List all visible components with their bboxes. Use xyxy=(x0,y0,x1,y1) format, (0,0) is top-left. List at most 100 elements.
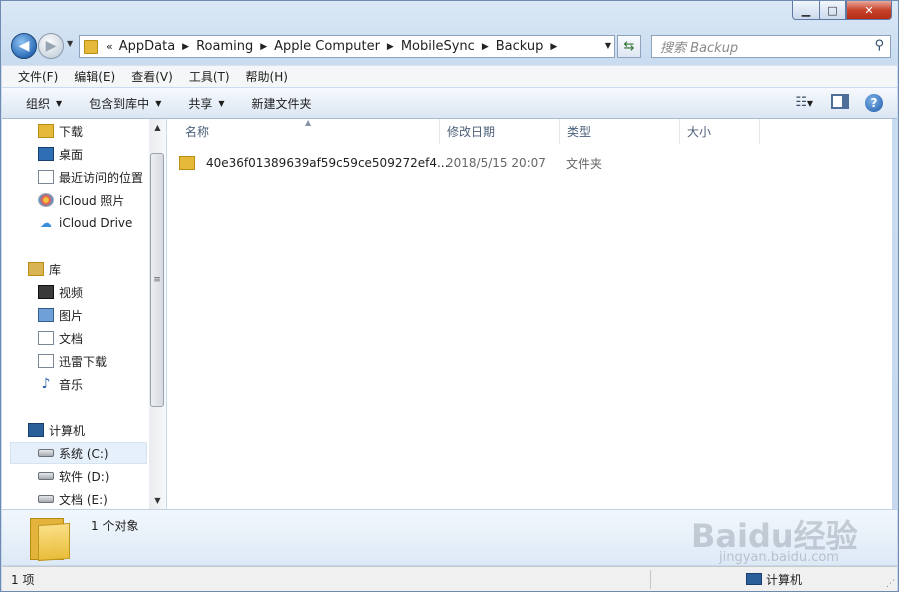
nav-item-label: 文档 (E:) xyxy=(59,492,108,507)
close-button[interactable]: ✕ xyxy=(846,1,892,20)
menu-view[interactable]: 查看(V) xyxy=(123,68,181,85)
thunder-download-icon xyxy=(38,354,54,368)
change-view-icon[interactable]: ☷ xyxy=(795,95,807,110)
folder-icon xyxy=(30,518,70,562)
nav-item-drive-c[interactable]: 系统 (C:) xyxy=(10,442,147,464)
help-icon[interactable]: ? xyxy=(865,94,883,112)
drive-icon xyxy=(38,495,54,503)
nav-item-desktop[interactable]: 桌面 xyxy=(2,143,83,165)
breadcrumb-mobilesync[interactable]: MobileSync xyxy=(401,39,475,54)
nav-item-label: 计算机 xyxy=(49,423,86,438)
computer-icon xyxy=(28,423,44,437)
pictures-library-icon xyxy=(38,308,54,322)
nav-item-label: 库 xyxy=(49,262,62,277)
menu-help[interactable]: 帮助(H) xyxy=(238,68,296,85)
share-label: 共享 xyxy=(188,96,213,111)
file-modified: 2018/5/15 20:07 xyxy=(446,156,546,170)
back-arrow-icon[interactable]: ◀ xyxy=(11,33,37,59)
share-button[interactable]: 共享 ▼ xyxy=(176,95,239,112)
search-icon[interactable]: ⚲ xyxy=(874,38,884,53)
nav-item-label: 音乐 xyxy=(59,377,84,392)
nav-item-label: 系统 (C:) xyxy=(59,446,109,461)
icloud-photos-icon xyxy=(38,193,54,207)
breadcrumb-roaming[interactable]: Roaming xyxy=(196,39,253,54)
nav-item-downloads[interactable]: 下载 xyxy=(2,120,83,142)
nav-item-drive-d[interactable]: 软件 (D:) xyxy=(2,465,109,487)
status-location: 计算机 xyxy=(746,571,802,588)
status-bar: 1 项 计算机 ⋰ xyxy=(2,566,897,591)
nav-item-libraries[interactable]: 库 xyxy=(2,258,61,280)
menu-edit[interactable]: 编辑(E) xyxy=(66,68,123,85)
nav-item-thunder-download[interactable]: 迅雷下载 xyxy=(2,350,107,372)
nav-pane-scrollbar[interactable]: ▲ ≡ ▼ xyxy=(149,119,166,509)
refresh-button[interactable]: ⇆ xyxy=(617,35,641,58)
table-row[interactable]: 40e36f01389639af59c59ce509272ef4... 2018… xyxy=(179,152,879,174)
folder-icon xyxy=(179,156,195,170)
nav-item-icloud-drive[interactable]: ☁ iCloud Drive xyxy=(2,212,132,234)
column-header-name[interactable]: 名称 xyxy=(178,119,440,144)
selection-summary: 1 个对象 xyxy=(91,519,139,533)
download-folder-icon xyxy=(38,124,54,138)
maximize-button[interactable]: □ xyxy=(819,1,846,20)
nav-item-pictures[interactable]: 图片 xyxy=(2,304,83,326)
command-bar: 组织 ▼ 包含到库中 ▼ 共享 ▼ 新建文件夹 ☷ ▼ ? xyxy=(2,88,897,119)
column-header-modified[interactable]: 修改日期 xyxy=(440,119,560,144)
breadcrumb-appdata[interactable]: AppData xyxy=(119,39,175,54)
preview-pane-icon[interactable] xyxy=(831,94,849,109)
column-header-size[interactable]: 大小 xyxy=(680,119,760,144)
chevron-right-icon[interactable]: ▶ xyxy=(550,42,557,52)
minimize-button[interactable]: ▁ xyxy=(792,1,819,20)
video-library-icon xyxy=(38,285,54,299)
file-list: ▲ 名称 修改日期 类型 大小 40e36f01389639af59c59ce5… xyxy=(167,118,892,509)
nav-item-computer[interactable]: 计算机 xyxy=(2,419,85,441)
resize-grip-icon[interactable]: ⋰ xyxy=(886,579,895,589)
nav-item-label: 桌面 xyxy=(59,147,84,162)
desktop-icon xyxy=(38,147,54,161)
nav-item-label: iCloud 照片 xyxy=(59,193,125,208)
nav-item-videos[interactable]: 视频 xyxy=(2,281,83,303)
navigation-row: ◀ ▶ ▼ « AppData ▶ Roaming ▶ Apple Comput… xyxy=(9,31,891,61)
nav-item-label: 迅雷下载 xyxy=(59,354,108,369)
libraries-icon xyxy=(28,262,44,276)
breadcrumb-backup[interactable]: Backup xyxy=(496,39,544,54)
nav-item-music[interactable]: ♪ 音乐 xyxy=(2,373,83,395)
menu-file[interactable]: 文件(F) xyxy=(2,68,66,85)
view-options-dropdown-icon[interactable]: ▼ xyxy=(807,99,813,108)
chevron-right-icon[interactable]: ▶ xyxy=(182,42,189,52)
organize-button[interactable]: 组织 ▼ xyxy=(2,95,77,112)
menu-tools[interactable]: 工具(T) xyxy=(181,68,238,85)
documents-library-icon xyxy=(38,331,54,345)
forward-arrow-icon[interactable]: ▶ xyxy=(38,33,64,59)
icloud-drive-icon: ☁ xyxy=(40,216,52,230)
search-input[interactable]: 搜索 Backup ⚲ xyxy=(651,35,891,58)
menu-bar: 文件(F) 编辑(E) 查看(V) 工具(T) 帮助(H) xyxy=(2,65,897,87)
nav-item-drive-e[interactable]: 文档 (E:) xyxy=(2,488,108,509)
breadcrumb-apple-computer[interactable]: Apple Computer xyxy=(274,39,380,54)
drive-icon xyxy=(38,472,54,480)
address-bar[interactable]: « AppData ▶ Roaming ▶ Apple Computer ▶ M… xyxy=(79,35,615,58)
breadcrumb-overflow[interactable]: « xyxy=(106,40,113,53)
chevron-right-icon[interactable]: ▶ xyxy=(260,42,267,52)
file-name: 40e36f01389639af59c59ce509272ef4... xyxy=(206,156,449,170)
caption-buttons: ▁ □ ✕ xyxy=(792,1,892,20)
nav-item-recent-places[interactable]: 最近访问的位置 xyxy=(2,166,143,188)
column-header-type[interactable]: 类型 xyxy=(560,119,680,144)
scroll-down-icon[interactable]: ▼ xyxy=(149,492,166,509)
chevron-right-icon[interactable]: ▶ xyxy=(387,42,394,52)
divider xyxy=(650,570,651,589)
nav-item-label: 下载 xyxy=(59,124,84,139)
music-library-icon: ♪ xyxy=(41,376,51,392)
nav-item-icloud-photos[interactable]: iCloud 照片 xyxy=(2,189,124,211)
address-dropdown-icon[interactable]: ▼ xyxy=(605,41,611,50)
nav-item-label: 文档 xyxy=(59,331,84,346)
new-folder-button[interactable]: 新建文件夹 xyxy=(240,95,327,112)
chevron-right-icon[interactable]: ▶ xyxy=(482,42,489,52)
nav-item-documents[interactable]: 文档 xyxy=(2,327,83,349)
explorer-window: ▁ □ ✕ ◀ ▶ ▼ « AppData ▶ Roaming ▶ Apple … xyxy=(0,0,899,592)
scrollbar-thumb[interactable]: ≡ xyxy=(150,153,164,407)
recent-pages-dropdown-icon[interactable]: ▼ xyxy=(67,39,73,48)
item-count: 1 项 xyxy=(11,572,35,587)
scroll-up-icon[interactable]: ▲ xyxy=(149,119,166,136)
include-in-library-button[interactable]: 包含到库中 ▼ xyxy=(77,95,176,112)
computer-icon xyxy=(746,573,762,585)
